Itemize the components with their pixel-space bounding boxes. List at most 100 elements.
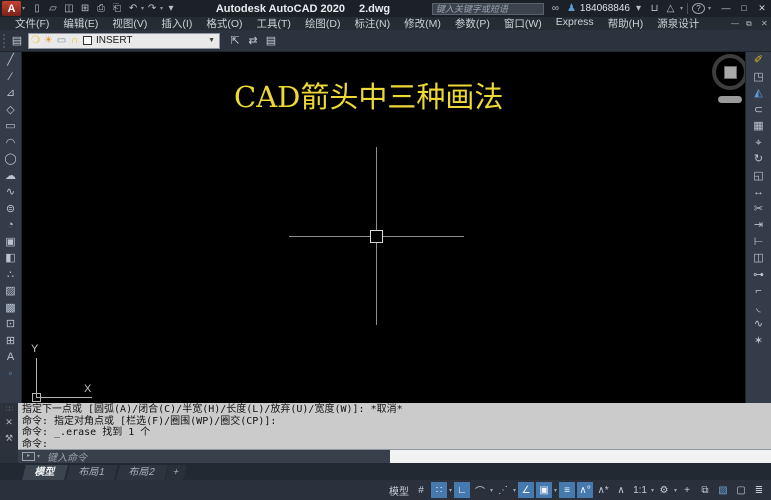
mdi-restore-button[interactable]: ⧉ [739,19,754,29]
make-block-tool-icon[interactable]: ◧ [0,250,21,267]
redo-icon[interactable]: ↷ [144,3,160,14]
command-history[interactable]: 指定下一点或 [圆弧(A)/闭合(C)/半宽(H)/长度(L)/放弃(U)/宽度… [18,403,771,449]
layer-dropdown-caret-icon[interactable]: ▼ [208,37,219,44]
print-icon[interactable]: ⎗ [109,3,125,14]
command-dock-grip[interactable]: ∷∷ [6,405,14,413]
menu-file[interactable]: 文件(F) [8,16,56,31]
isometric-drafting-icon-caret[interactable]: ▾ [513,487,516,494]
mdi-close-button[interactable]: ✕ [754,19,769,29]
application-menu-button[interactable]: A [2,1,21,16]
join-tool-icon[interactable]: ⊶ [746,267,771,284]
menu-modify[interactable]: 修改(M) [397,16,448,31]
hatch-tool-icon[interactable]: ▨ [0,283,21,300]
line-tool-icon[interactable]: ╱ [0,52,21,69]
menu-view[interactable]: 视图(V) [105,16,154,31]
account-caret-icon[interactable]: ▾ [632,3,645,14]
move-tool-icon[interactable]: ⌖ [746,135,771,152]
copy-tool-icon[interactable]: ◳ [746,69,771,86]
extend-tool-icon[interactable]: ⇥ [746,217,771,234]
circle-tool-icon[interactable]: ◯ [0,151,21,168]
annotation-autoscale-icon[interactable]: ∧* [595,482,611,498]
menu-tools[interactable]: 工具(T) [250,16,298,31]
blend-curves-tool-icon[interactable]: ∿ [746,316,771,333]
layer-states-icon[interactable]: ▤ [262,34,280,47]
menu-insert[interactable]: 插入(I) [154,16,199,31]
arc-tool-icon[interactable]: ◠ [0,135,21,152]
stretch-tool-icon[interactable]: ↔ [746,184,771,201]
autodesk-app-icon-caret[interactable]: ▾ [680,5,683,12]
polygon-tool-icon[interactable]: ◇ [0,102,21,119]
view-compass-square[interactable] [723,65,737,79]
layer-unlock-icon[interactable]: ∩ [68,35,81,46]
scale-tool-icon[interactable]: ◱ [746,168,771,185]
snap-mode-icon-caret[interactable]: ▾ [449,487,452,494]
break-at-point-tool-icon[interactable]: ⊢ [746,234,771,251]
menu-help[interactable]: 帮助(H) [601,16,651,31]
open-icon[interactable]: ▱ [45,3,61,14]
tab-layout1[interactable]: 布局1 [66,465,118,480]
view-compass[interactable] [712,54,745,90]
annotation-visibility-icon[interactable]: ∧° [577,482,594,498]
array-tool-icon[interactable]: ▦ [746,118,771,135]
table-tool-icon[interactable]: ⊞ [0,333,21,350]
mtext-tool-icon[interactable]: A [0,349,21,366]
help-icon-caret[interactable]: ▾ [708,5,711,12]
navigation-bar-handle[interactable] [718,96,742,103]
tab-layout2[interactable]: 布局2 [115,465,167,480]
command-close-icon[interactable]: ✕ [5,417,13,428]
workspace-switching-icon[interactable]: ⚙ [656,482,672,498]
menu-parametric[interactable]: 参数(P) [448,16,497,31]
maximize-button[interactable]: □ [735,3,753,14]
model-space-button[interactable]: 模型 [387,482,411,498]
ellipse-tool-icon[interactable]: ⊜ [0,201,21,218]
menu-dimension[interactable]: 标注(N) [348,16,398,31]
add-layout-button[interactable]: + [165,465,187,480]
menu-yuanquan[interactable]: 源泉设计 [650,16,706,31]
app-store-cart-icon[interactable]: ⊔ [648,3,661,14]
annotation-scale-icon[interactable]: ∧ [613,482,629,498]
spline-tool-icon[interactable]: ∿ [0,184,21,201]
annotation-scale-value-caret[interactable]: ▾ [651,487,654,494]
user-id[interactable]: 184068846 [580,3,630,14]
multiple-points-tool-icon[interactable]: ◦ [0,366,21,383]
gradient-tool-icon[interactable]: ▩ [0,300,21,317]
fillet-tool-icon[interactable]: ◟ [746,300,771,317]
undo-icon[interactable]: ↶ [125,3,141,14]
layer-properties-icon[interactable]: ▤ [8,34,26,47]
ellipse-arc-tool-icon[interactable]: ◔ [0,217,21,234]
object-snap-icon[interactable]: ▣ [536,482,553,498]
toolbar-grip[interactable] [3,33,6,48]
mdi-minimize-button[interactable]: — [724,19,739,29]
quick-properties-icon[interactable]: ⧉ [697,482,713,498]
annotation-scale-value[interactable]: 1:1 [631,482,649,498]
customization-menu-icon[interactable]: ≣ [751,482,767,498]
revision-cloud-tool-icon[interactable]: ☁ [0,168,21,185]
autodesk-app-icon[interactable]: △ [664,3,677,14]
polyline-tool-icon[interactable]: ⊿ [0,85,21,102]
mirror-tool-icon[interactable]: ◭ [746,85,771,102]
isolate-objects-icon[interactable]: + [679,482,695,498]
recent-commands-caret-icon[interactable]: ▾ [37,453,40,460]
layer-previous-icon[interactable]: ⇄ [244,34,262,47]
layer-freeze-icon[interactable]: ☀ [42,35,55,46]
tab-model[interactable]: 模型 [22,465,68,480]
saveas-icon[interactable]: ⊞ [77,3,93,14]
application-menu-caret-icon[interactable]: ▾ [22,5,25,12]
chamfer-tool-icon[interactable]: ⌐ [746,283,771,300]
help-icon[interactable]: ? [692,3,705,14]
qnew-icon[interactable]: ▯ [29,3,45,14]
object-snap-tracking-icon[interactable]: ∠ [518,482,535,498]
layer-select-dropdown[interactable]: ❍ ☀ ▭ ∩ INSERT ▼ [28,32,220,49]
help-search-input[interactable] [431,2,544,15]
layer-color-swatch[interactable] [83,36,92,45]
minimize-button[interactable]: — [717,3,735,14]
search-icon[interactable]: ∞ [549,3,562,14]
close-button[interactable]: ✕ [753,3,771,14]
lineweight-icon[interactable]: ≡ [559,482,576,498]
recent-commands-icon[interactable]: ▸ [22,452,35,461]
drawing-canvas[interactable]: CAD箭头中三种画法 Y X [22,52,745,403]
isometric-drafting-icon[interactable]: ⋰ [495,482,511,498]
polar-tracking-icon[interactable]: ⌒ [472,482,488,498]
polar-tracking-icon-caret[interactable]: ▾ [490,487,493,494]
snap-mode-icon[interactable]: ∷ [431,482,447,498]
